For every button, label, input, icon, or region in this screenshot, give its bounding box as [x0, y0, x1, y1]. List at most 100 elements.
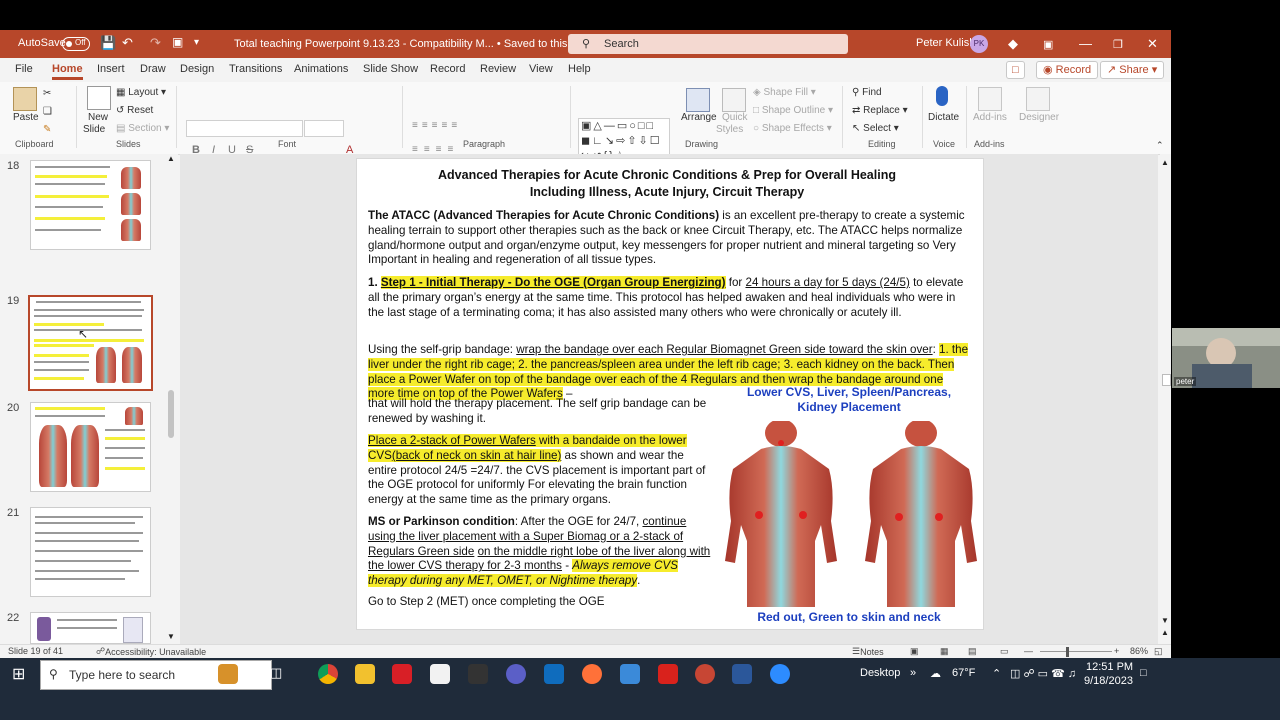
cut-icon[interactable]: ✂: [43, 88, 51, 99]
teams-icon[interactable]: [506, 664, 526, 684]
diamond-icon[interactable]: ◆: [1008, 36, 1018, 52]
file-explorer-icon[interactable]: [355, 664, 375, 684]
zoom-level[interactable]: 86%: [1130, 646, 1148, 656]
share-button[interactable]: ↗ Share ▾: [1100, 61, 1165, 79]
slide-thumbnail-19[interactable]: ↖: [28, 295, 153, 391]
microphone-icon[interactable]: [936, 86, 948, 106]
clock-time[interactable]: 12:51 PM: [1086, 661, 1133, 673]
firefox-icon[interactable]: [582, 664, 602, 684]
reading-view-icon[interactable]: ▤: [968, 646, 977, 657]
save-icon[interactable]: 💾: [100, 35, 116, 51]
scroll-down-icon[interactable]: ▼: [167, 632, 175, 641]
font-size-input[interactable]: [304, 120, 344, 137]
ribbon-display-icon[interactable]: ▣: [1043, 38, 1053, 51]
desktop-toolbar[interactable]: Desktop: [860, 667, 900, 679]
fit-slide-icon[interactable]: ◱: [1154, 646, 1163, 657]
task-view-icon[interactable]: ◫: [270, 665, 282, 681]
user-name[interactable]: Peter Kulish: [916, 37, 975, 49]
scroll-up-icon[interactable]: ▲: [1161, 158, 1169, 167]
paste-button[interactable]: Paste: [13, 112, 39, 123]
record-button[interactable]: ◉ Record: [1036, 61, 1099, 79]
shape-fill-button[interactable]: ◈ Shape Fill ▾: [753, 87, 816, 98]
slide-thumbnail-20[interactable]: [30, 402, 151, 492]
add-ins-icon[interactable]: [978, 87, 1002, 111]
tab-transitions[interactable]: Transitions: [229, 63, 282, 75]
paste-icon[interactable]: [13, 87, 37, 111]
format-painter-icon[interactable]: ✎: [43, 124, 51, 135]
font-name-input[interactable]: [186, 120, 303, 137]
slide-thumbnail-22[interactable]: [30, 612, 151, 644]
present-icon[interactable]: ▣: [172, 35, 183, 49]
zoom-slider[interactable]: [1040, 651, 1112, 652]
slideshow-icon[interactable]: ▭: [1000, 646, 1009, 657]
minimize-button[interactable]: —: [1079, 36, 1092, 51]
collapse-ribbon-icon[interactable]: ⌃: [1156, 140, 1164, 151]
weather-icon[interactable]: ☁: [930, 667, 941, 680]
list-buttons-icon[interactable]: ≡≡≡≡≡: [412, 120, 461, 131]
comments-icon[interactable]: □: [1006, 61, 1025, 79]
photos-icon[interactable]: [620, 664, 640, 684]
tab-record[interactable]: Record: [430, 63, 465, 75]
arrange-button[interactable]: Arrange: [681, 112, 717, 123]
shape-effects-button[interactable]: ○ Shape Effects ▾: [753, 123, 832, 134]
current-slide[interactable]: Advanced Therapies for Acute Chronic Con…: [356, 158, 984, 630]
scroll-down-icon[interactable]: ▼: [1161, 616, 1169, 625]
star-app-icon[interactable]: [468, 664, 488, 684]
desktop-chevron-icon[interactable]: »: [910, 667, 916, 679]
tab-slide-show[interactable]: Slide Show: [363, 63, 418, 75]
netflix-icon[interactable]: [392, 664, 412, 684]
powerpoint-taskbar-icon[interactable]: [695, 664, 715, 684]
scroll-up-icon[interactable]: ▲: [167, 154, 175, 163]
tab-view[interactable]: View: [529, 63, 553, 75]
new-slide-button[interactable]: New: [88, 112, 108, 123]
notifications-icon[interactable]: □: [1140, 667, 1147, 679]
search-box[interactable]: ⚲ Search: [568, 34, 848, 54]
thumbnail-scrollbar[interactable]: ▲ ▼: [166, 154, 176, 644]
quick-styles-button[interactable]: Quick: [722, 112, 748, 123]
layout-button[interactable]: ▦ Layout ▾: [116, 87, 166, 98]
acrobat-icon[interactable]: [658, 664, 678, 684]
find-button[interactable]: ⚲ Find: [852, 87, 882, 98]
shape-outline-button[interactable]: □ Shape Outline ▾: [753, 105, 833, 116]
designer-icon[interactable]: [1026, 87, 1050, 111]
copy-icon[interactable]: ❏: [43, 106, 52, 117]
tab-design[interactable]: Design: [180, 63, 214, 75]
designer-button[interactable]: Designer: [1019, 112, 1059, 123]
tab-home[interactable]: Home: [52, 63, 83, 80]
slide-scrollbar[interactable]: ▲ ▼ ▲: [1160, 154, 1171, 644]
tray-expand-icon[interactable]: ⌃: [992, 667, 1001, 680]
previous-slide-icon[interactable]: ▲: [1161, 628, 1169, 637]
chrome-icon[interactable]: [318, 664, 338, 684]
word-icon[interactable]: [732, 664, 752, 684]
windows-start-icon[interactable]: ⊞: [12, 664, 25, 684]
section-button[interactable]: ▤ Section ▾: [116, 123, 169, 134]
document-title[interactable]: Total teaching Powerpoint 9.13.23 - Comp…: [234, 37, 598, 50]
select-button[interactable]: ↖ Select ▾: [852, 123, 899, 134]
customize-qat-icon[interactable]: ▾: [194, 37, 199, 48]
slide-thumbnail-21[interactable]: [30, 507, 151, 597]
zoom-slider-thumb[interactable]: [1066, 647, 1069, 657]
slide-sorter-icon[interactable]: ▦: [940, 646, 949, 657]
tab-draw[interactable]: Draw: [140, 63, 166, 75]
tab-help[interactable]: Help: [568, 63, 591, 75]
scroll-thumb[interactable]: [168, 390, 174, 438]
redo-icon[interactable]: ↷: [150, 35, 161, 51]
zoom-icon[interactable]: [770, 664, 790, 684]
tab-review[interactable]: Review: [480, 63, 516, 75]
scroll-thumb[interactable]: [1162, 374, 1171, 386]
outlook-icon[interactable]: [544, 664, 564, 684]
normal-view-icon[interactable]: ▣: [910, 646, 919, 657]
notepad-icon[interactable]: [430, 664, 450, 684]
autosave-toggle[interactable]: Off: [62, 37, 90, 51]
add-ins-button[interactable]: Add-ins: [973, 112, 1007, 123]
undo-icon[interactable]: ↶: [122, 35, 133, 51]
quick-styles-icon[interactable]: [722, 88, 746, 112]
tray-icons[interactable]: ◫ ☍ ▭ ☎ ♫: [1010, 667, 1076, 680]
close-button[interactable]: ✕: [1147, 36, 1158, 52]
tab-file[interactable]: File: [15, 63, 33, 75]
new-slide-button-line2[interactable]: Slide: [83, 124, 105, 135]
tab-insert[interactable]: Insert: [97, 63, 125, 75]
avatar[interactable]: PK: [970, 35, 988, 53]
zoom-out-icon[interactable]: —: [1024, 646, 1033, 656]
replace-button[interactable]: ⇄ Replace ▾: [852, 105, 908, 116]
